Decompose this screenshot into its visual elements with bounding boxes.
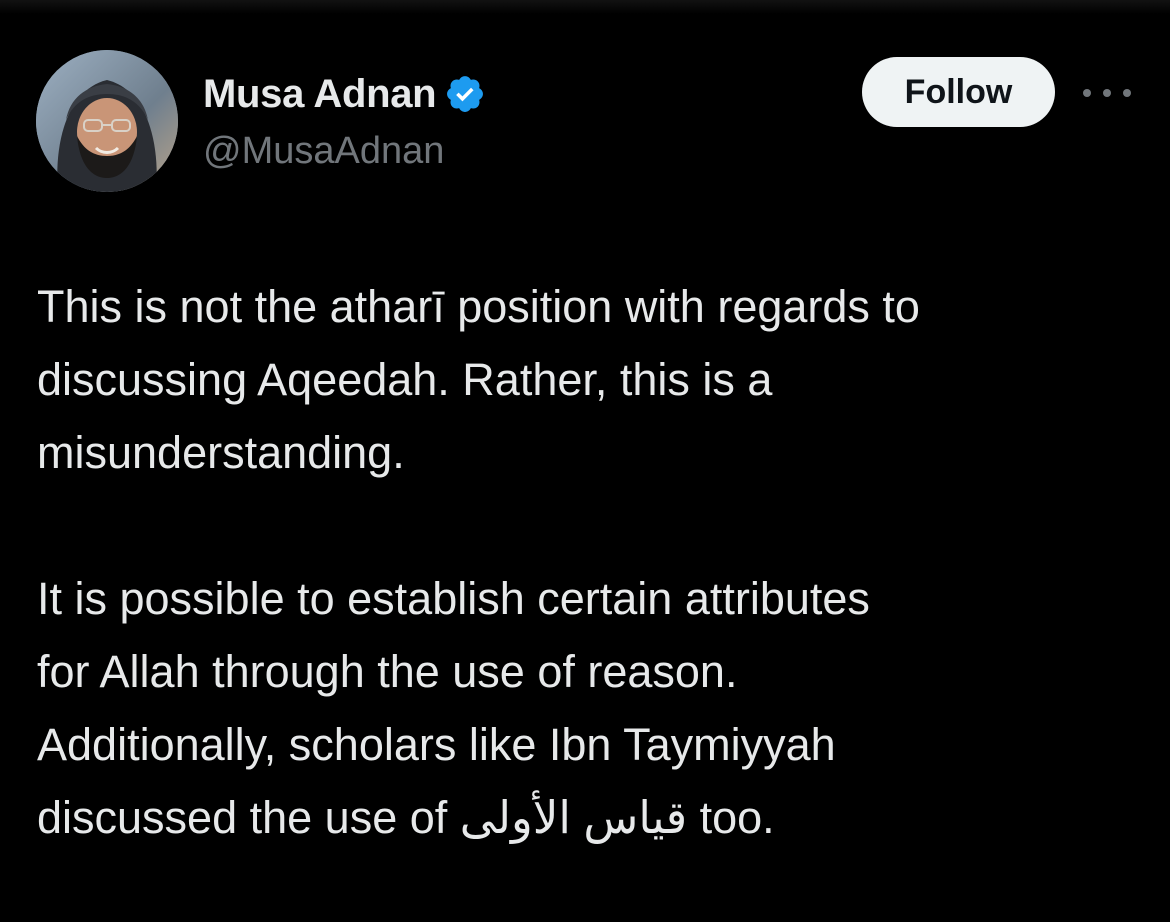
author-handle[interactable]: @MusaAdnan [203, 130, 444, 173]
more-dot [1123, 89, 1131, 97]
more-dot [1103, 89, 1111, 97]
tweet-paragraph-1: This is not the atharī position with reg… [37, 281, 920, 478]
more-dot [1083, 89, 1091, 97]
more-horizontal-icon[interactable] [1083, 78, 1131, 108]
tweet-arabic-phrase: قياس الأولى [459, 792, 688, 843]
top-edge [0, 0, 1170, 14]
tweet-paragraph-2: It is possible to establish certain attr… [37, 562, 1147, 854]
tweet-text: This is not the atharī position with reg… [37, 270, 1147, 854]
follow-button[interactable]: Follow [862, 57, 1055, 127]
tweet-paragraph-2-tail: too. [687, 792, 775, 843]
verified-badge-icon [444, 73, 486, 115]
author-name-row: Musa Adnan [203, 68, 486, 120]
author-display-name[interactable]: Musa Adnan [203, 72, 437, 117]
avatar-photo [36, 50, 178, 192]
avatar[interactable] [36, 50, 178, 192]
